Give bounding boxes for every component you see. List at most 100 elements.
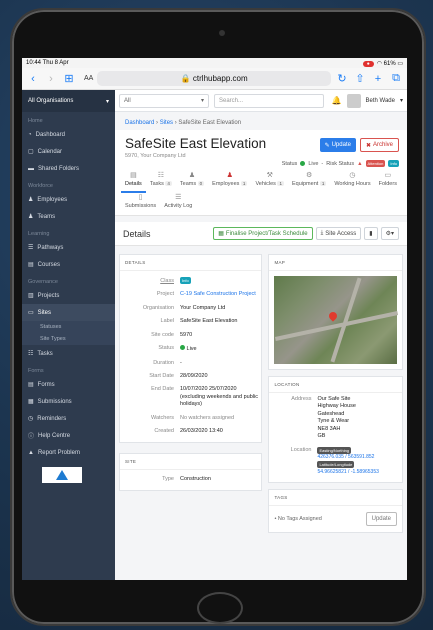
close-icon: ✖ <box>365 142 371 149</box>
tab-teams[interactable]: ♟ Teams 0 <box>176 171 208 193</box>
sidebar-item-dashboard[interactable]: ◔ Dashboard <box>22 126 115 143</box>
sidebar-item-forms[interactable]: ▤ Forms <box>22 376 115 393</box>
chevron-down-icon[interactable]: ▾ <box>400 97 403 104</box>
sidebar-item-shared-folders[interactable]: ▬ Shared Folders <box>22 160 115 177</box>
detail-row: Duration - <box>120 357 261 370</box>
update-button[interactable]: ✎ Update <box>319 138 356 152</box>
detail-key: Site code <box>151 331 174 338</box>
section-forms: Forms <box>28 368 44 374</box>
device-status-bar: 10:44 Thu 8 Apr ● ◠ 61% ▭ <box>22 58 407 68</box>
sidebar-item-help[interactable]: ⓘ Help Centre <box>22 427 115 444</box>
tab-details[interactable]: ▤ Details <box>121 171 146 193</box>
avatar[interactable] <box>346 93 361 108</box>
recording-icon: ● <box>362 60 374 67</box>
app: All Organisations ▾ Home ◔ Dashboard ▢ Cale… <box>22 90 407 580</box>
sidebar-item-label: Pathways <box>37 244 64 251</box>
tab-tasks[interactable]: ☷ Tasks 4 <box>146 171 176 193</box>
project-link[interactable]: C-19 Safe Construction Project <box>180 291 261 298</box>
sidebar-item-courses[interactable]: ▤ Courses <box>22 256 115 273</box>
bookmarks-icon[interactable]: ⊞ <box>62 72 76 85</box>
tasks-icon: ☷ <box>28 351 34 357</box>
tab-label: Folders <box>378 181 397 187</box>
notification-bell-icon[interactable]: 🔔 <box>332 96 342 105</box>
sidebar-item-reminders[interactable]: ◷ Reminders <box>22 410 115 427</box>
tabs-icon[interactable]: ⧉ <box>389 72 403 85</box>
org-selector[interactable]: All Organisations ▾ <box>22 90 115 112</box>
detail-row: End Date 10/07/2020 25/07/2020 (excluding… <box>120 383 261 411</box>
sidebar-item-pathways[interactable]: ☰ Pathways <box>22 239 115 256</box>
logo-triangle-icon <box>56 470 68 480</box>
risk-label: Risk Status <box>326 160 355 167</box>
submissions-icon: ▦ <box>28 399 34 405</box>
tab-vehicles[interactable]: ⚒ Vehicles 1 <box>251 171 288 193</box>
address-bar[interactable]: 🔒 ctrlhubapp.com <box>97 71 331 86</box>
forms-icon: ▤ <box>28 382 34 388</box>
location-label: Location <box>290 446 312 453</box>
calendar-icon: ▢ <box>28 149 34 155</box>
sidebar-item-projects[interactable]: ▥ Projects <box>22 287 115 304</box>
screen: 10:44 Thu 8 Apr ● ◠ 61% ▭ ‹ › ⊞ AA 🔒 ctrl… <box>22 58 407 580</box>
separator: - <box>321 160 324 167</box>
sidebar-item-employees[interactable]: ♟ Employees <box>22 191 115 208</box>
detail-value: 26/03/2020 13:40 <box>180 428 223 435</box>
back-icon[interactable]: ‹ <box>26 73 40 85</box>
tab-submissions[interactable]: ▯ Submissions <box>121 193 160 213</box>
sidebar-item-report[interactable]: ▲ Report Problem <box>22 444 115 461</box>
forward-icon[interactable]: › <box>44 73 58 85</box>
sidebar-item-label: Report Problem <box>37 449 80 456</box>
settings-button[interactable]: ⚙▾ <box>380 227 399 240</box>
latlng-badge: Latitude/Longitude <box>317 461 355 469</box>
details-icon: ▤ <box>130 172 137 179</box>
section-home: Home <box>28 118 43 124</box>
sidebar-item-tasks[interactable]: ☷ Tasks <box>22 345 115 362</box>
tab-folders[interactable]: ▭ Folders <box>375 171 401 193</box>
text-size-button[interactable]: AA <box>84 75 93 82</box>
tab-equipment[interactable]: ⚙ Equipment 1 <box>288 171 330 193</box>
sidebar-item-submissions[interactable]: ▦ Submissions <box>22 393 115 410</box>
sidebar-item-sites[interactable]: ▭ Sites <box>22 304 115 321</box>
site-access-button[interactable]: ⤓ Site Access <box>315 227 362 240</box>
sidebar-subitem-statuses[interactable]: Statuses <box>22 321 115 333</box>
detail-row: Site code 5970 <box>120 329 261 342</box>
location-heading: LOCATION <box>269 377 402 393</box>
chart-button[interactable]: ▮ <box>364 227 378 240</box>
detail-row: Class Info <box>120 275 261 288</box>
archive-label: Archive <box>372 142 393 148</box>
detail-key: Duration <box>153 359 174 366</box>
address-line: Tyne & Wear <box>317 418 350 425</box>
detail-value: Your Company Ltd <box>180 304 226 311</box>
breadcrumb-sites[interactable]: Sites <box>160 120 173 126</box>
tab-label: Details <box>125 181 142 187</box>
user-name[interactable]: Beth Wade <box>366 98 395 104</box>
detail-value: SafeSite East Elevation <box>180 318 238 325</box>
search-input[interactable]: Search... <box>214 93 324 108</box>
sidebar-subitem-site-types[interactable]: Site Types <box>22 333 115 345</box>
details-title: Details <box>123 228 151 239</box>
tags-update-button[interactable]: Update <box>365 511 397 526</box>
filter-select[interactable]: All ▾ <box>119 93 209 108</box>
sidebar-item-label: Help Centre <box>38 432 71 439</box>
address-line: NE8 3AH <box>317 425 341 432</box>
status-value: Live <box>308 160 319 167</box>
reload-icon[interactable]: ↻ <box>335 72 349 85</box>
sidebar-item-teams[interactable]: ♟ Teams <box>22 208 115 225</box>
date: Thu 8 Apr <box>42 60 69 66</box>
detail-value: - <box>180 359 182 366</box>
tab-activity-log[interactable]: ☰ Activity Log <box>160 193 196 213</box>
finalise-button[interactable]: ▦ Finalise Project/Task Schedule <box>213 227 313 240</box>
share-icon[interactable]: ⇧ <box>353 72 367 85</box>
detail-key: Start Date <box>149 372 174 379</box>
gear-icon: ⚙▾ <box>385 231 394 237</box>
archive-button[interactable]: ✖ Archive <box>359 138 399 152</box>
filter-value: All <box>124 97 131 104</box>
sidebar-item-calendar[interactable]: ▢ Calendar <box>22 143 115 160</box>
breadcrumb-dashboard[interactable]: Dashboard <box>125 120 154 126</box>
home-button[interactable] <box>197 592 243 624</box>
site-map[interactable] <box>274 276 399 364</box>
help-icon: ⓘ <box>28 434 35 440</box>
tab-count: 4 <box>165 181 172 186</box>
detail-row: Label SafeSite East Elevation <box>120 315 261 328</box>
tab-working-hours[interactable]: ◷ Working Hours <box>330 171 374 193</box>
new-tab-icon[interactable]: + <box>371 73 385 85</box>
tab-employees[interactable]: ♟ Employees 1 <box>208 171 251 193</box>
